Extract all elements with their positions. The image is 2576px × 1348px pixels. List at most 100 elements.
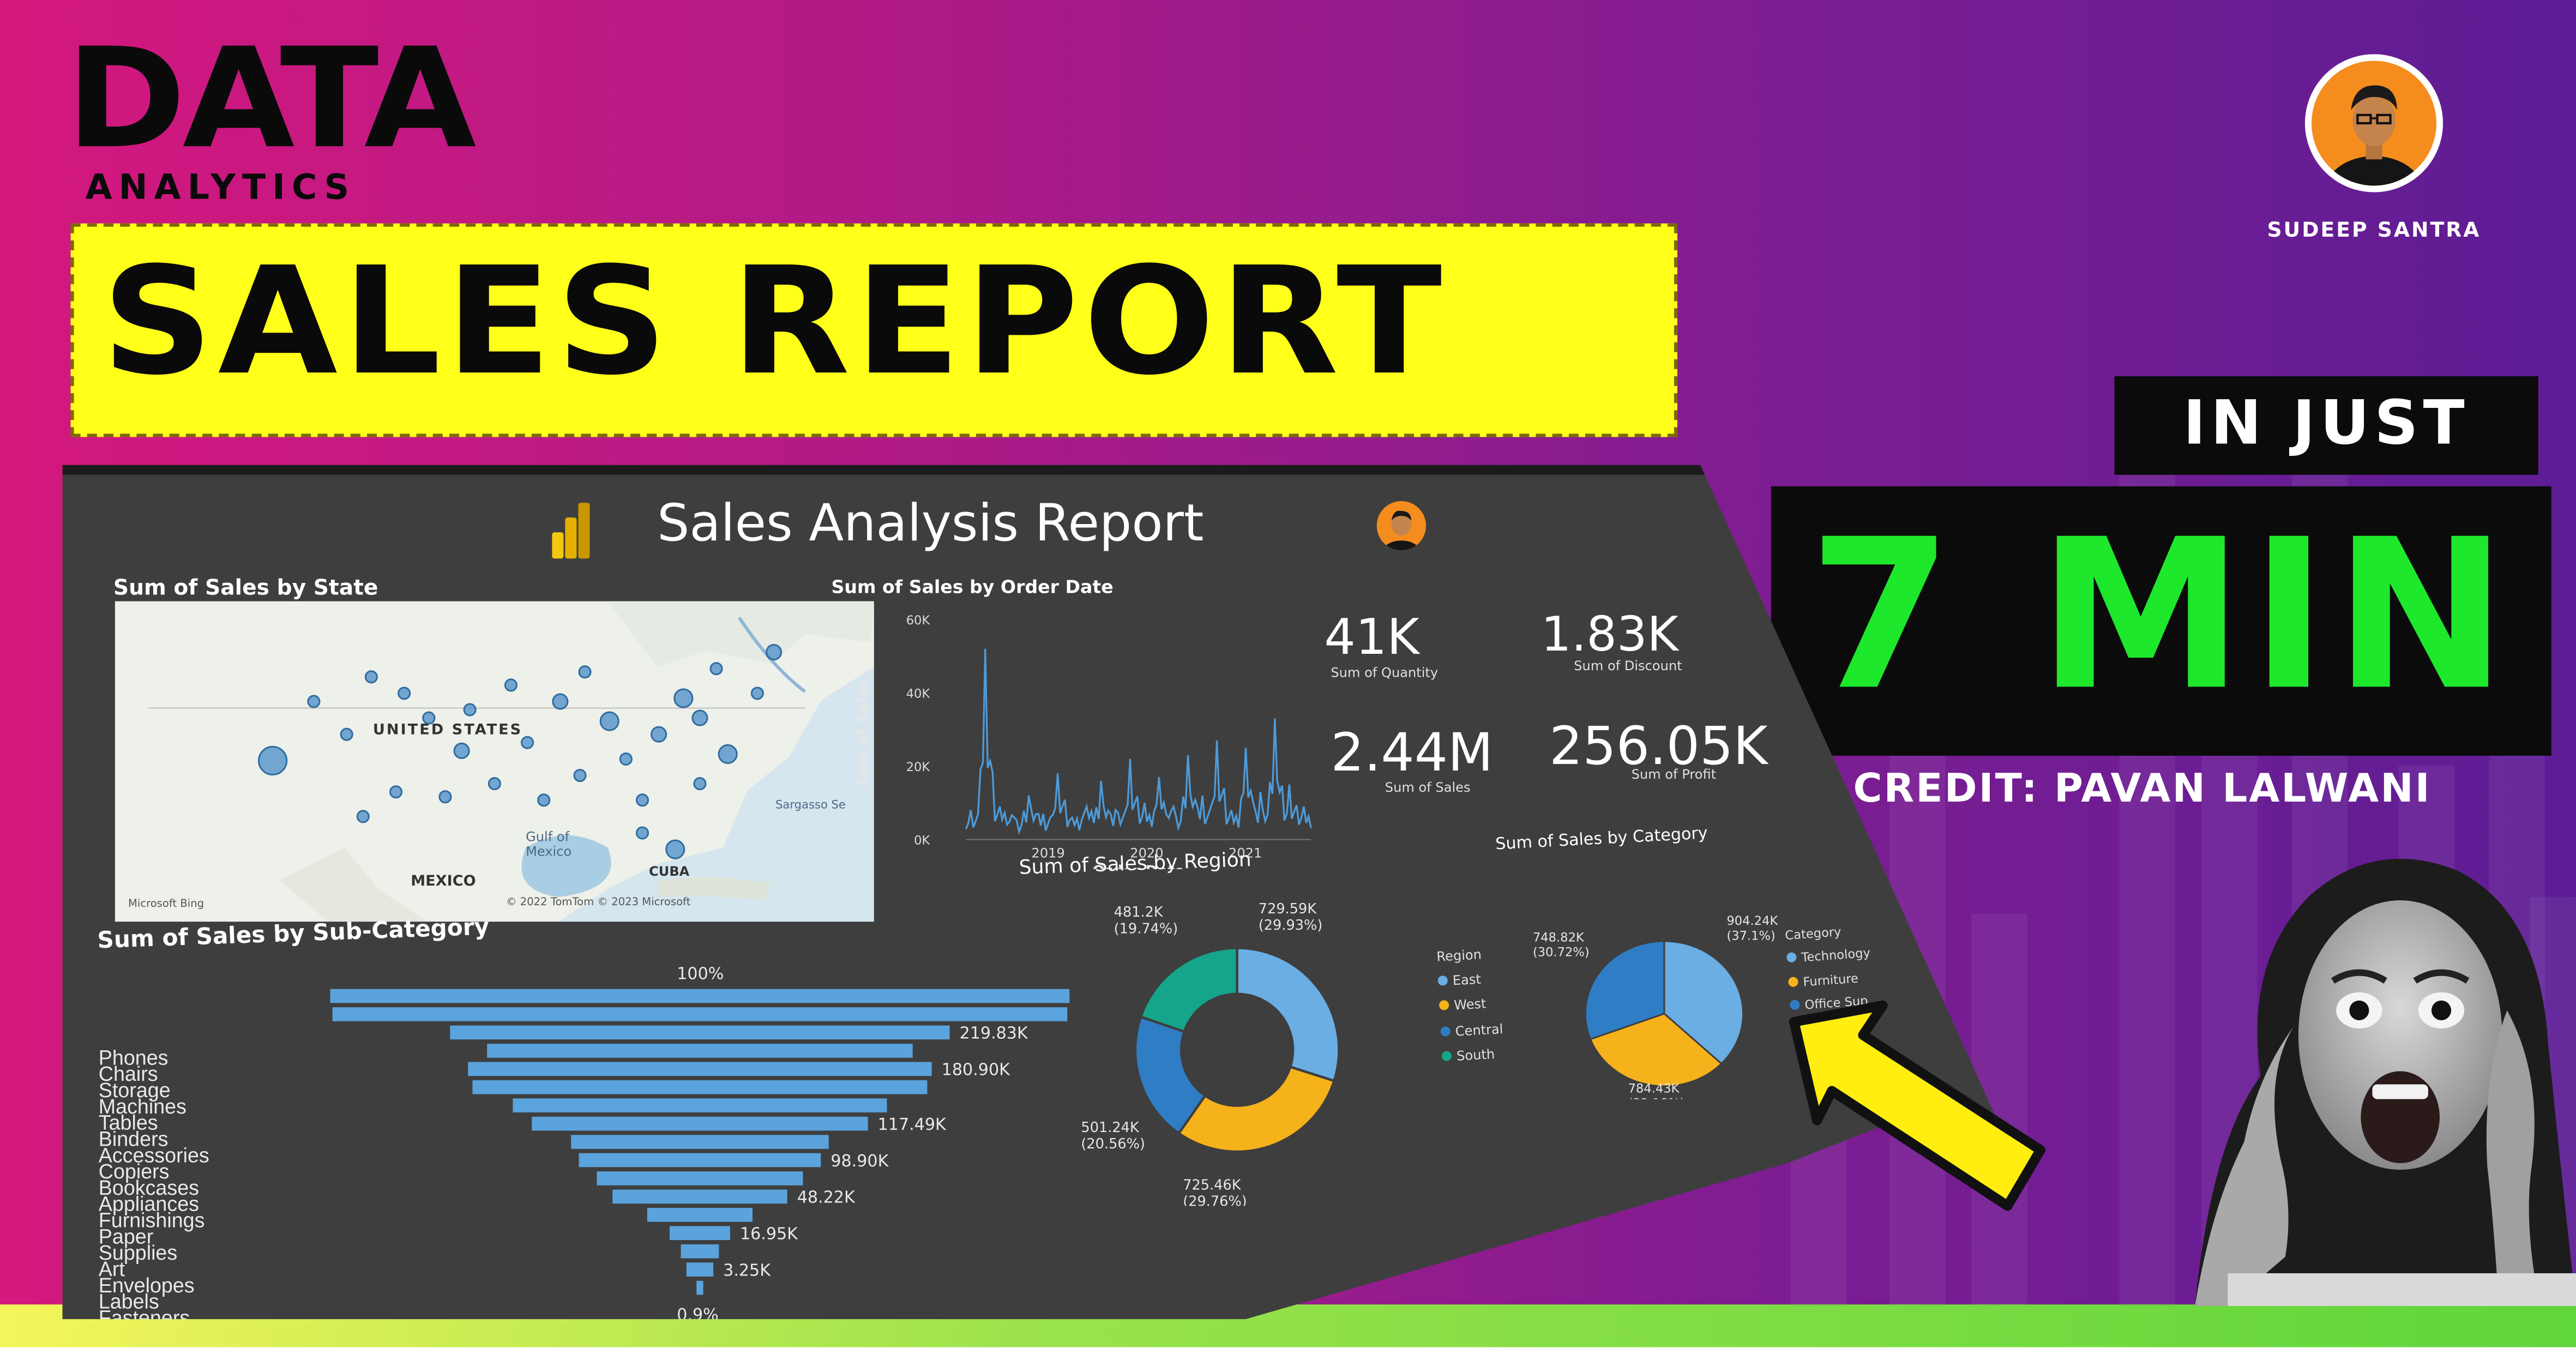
map-label-country: UNITED STATES [372, 723, 523, 739]
map-bubble[interactable] [718, 744, 738, 764]
dashboard-title: Sales Analysis Report [657, 494, 1204, 554]
donut-percent-label: (29.76%) [1183, 1193, 1247, 1206]
kpi-profit-label: Sum of Profit [1631, 767, 1717, 783]
map-title: Sum of Sales by State [113, 576, 378, 601]
funnel-bar [696, 1280, 703, 1295]
map-bubble[interactable] [665, 839, 685, 859]
funnel-value-label: 16.95K [740, 1225, 798, 1244]
map-bubble[interactable] [750, 687, 764, 700]
map-bubble[interactable] [463, 703, 477, 717]
dashboard-avatar [1376, 501, 1427, 551]
map-bubble[interactable] [691, 709, 708, 726]
map-view[interactable]: UNITED STATES Gulf of Mexico MEXICO CUBA… [115, 601, 874, 922]
funnel-bar [332, 1007, 1068, 1021]
legend-east[interactable]: East [1437, 966, 1501, 995]
map-bubble[interactable] [487, 777, 501, 791]
map-bubble[interactable] [765, 644, 783, 661]
thumbnail: DATA ANALYTICS SALES REPORT SUDEEP SANTR… [0, 0, 2576, 1347]
map-bubble[interactable] [573, 768, 587, 783]
pie-value-label: 784.43K [1628, 1082, 1680, 1096]
map-bubble[interactable] [521, 736, 534, 749]
dashboard-screenshot: Sales Analysis Report Sum of Sales by St… [62, 465, 1995, 1321]
legend-central[interactable]: Central [1440, 1016, 1503, 1045]
donut-percent-label: (20.56%) [1081, 1136, 1145, 1152]
map-bubble[interactable] [258, 745, 288, 776]
funnel-value-label: 180.90K [942, 1061, 1010, 1080]
map-bubble[interactable] [651, 726, 667, 743]
kpi-sales-label: Sum of Sales [1385, 780, 1471, 796]
donut-slice [1139, 947, 1238, 1033]
map-bubble[interactable] [453, 742, 470, 759]
funnel-bottom-label: 0.9% [677, 1305, 719, 1321]
legend-dot [1437, 976, 1448, 986]
map-bubble[interactable] [389, 785, 403, 799]
legend-west[interactable]: West [1439, 991, 1502, 1020]
funnel-value-label: 117.49K [878, 1115, 947, 1134]
kpi-quantity-label: Sum of Quantity [1331, 665, 1439, 681]
map-bubble[interactable] [307, 695, 321, 708]
funnel-value-label: 48.22K [797, 1188, 856, 1207]
funnel-top-label: 100% [677, 965, 724, 984]
funnel-bar [513, 1098, 887, 1112]
line-chart[interactable]: 60K40K20K0KSum of Sales201920202021Order… [835, 606, 1328, 869]
y-axis-label: Sum of Sales [854, 679, 871, 787]
funnel-bar [669, 1226, 730, 1241]
y-tick-label: 0K [914, 834, 930, 848]
map-bubble[interactable] [438, 790, 452, 804]
donut-value-label: 481.2K [1114, 904, 1164, 920]
pie-percent-label: (37.1%) [1726, 929, 1775, 943]
map-label-mexico: MEXICO [411, 874, 476, 890]
donut-chart[interactable]: 729.59K(29.93%) 725.46K(29.76%) 501.24K(20… [1048, 894, 1442, 1206]
legend-dot [1786, 952, 1797, 964]
pie-title: Sum of Sales by Category [1495, 825, 1708, 854]
kpi-discount-label: Sum of Discount [1574, 659, 1682, 674]
y-tick-label: 60K [906, 613, 931, 628]
map-bubble[interactable] [635, 793, 649, 807]
map-label-cuba: CUBA [649, 864, 690, 879]
funnel-bar [597, 1171, 803, 1185]
map-bubble[interactable] [537, 793, 551, 807]
map-bubble[interactable] [578, 665, 592, 679]
map-bubble[interactable] [356, 810, 370, 823]
map-bubble[interactable] [504, 678, 518, 692]
map-bubble[interactable] [619, 752, 633, 766]
headline-analytics: ANALYTICS [85, 167, 356, 207]
map-bubble[interactable] [364, 670, 378, 684]
funnel-bar [472, 1080, 928, 1094]
map-bubble[interactable] [552, 693, 569, 710]
donut-slice [1236, 947, 1340, 1082]
map-bubble[interactable] [709, 662, 723, 676]
legend-south[interactable]: South [1441, 1041, 1505, 1069]
legend-dot [1787, 976, 1799, 986]
dashboard-panel: Sales Analysis Report Sum of Sales by St… [62, 465, 1995, 1321]
funnel-bar [579, 1153, 821, 1168]
map-bubble[interactable] [398, 687, 411, 700]
funnel-category-label: Fasteners [99, 1307, 190, 1321]
y-tick-label: 20K [906, 760, 931, 774]
legend-dot [1441, 1050, 1452, 1061]
funnel-value-label: 98.90K [830, 1152, 889, 1171]
funnel-value-label: 219.83K [960, 1024, 1028, 1043]
pie-percent-label: (30.72%) [1533, 945, 1590, 959]
map-bubble[interactable] [673, 688, 694, 708]
map-bubble[interactable] [693, 777, 707, 791]
funnel-bar [681, 1244, 719, 1259]
donut-percent-label: (19.74%) [1114, 920, 1178, 937]
map-bubble[interactable] [340, 727, 353, 741]
funnel-value-label: 3.25K [723, 1261, 771, 1280]
map-label-gulf: Gulf of Mexico [526, 829, 572, 859]
yellow-arrow-icon [1789, 1000, 2045, 1211]
funnel-bar [612, 1189, 787, 1204]
donut-percent-label: (29.93%) [1259, 917, 1323, 934]
map-bubble[interactable] [599, 711, 619, 731]
funnel-bar [450, 1025, 950, 1040]
map-brand: Microsoft Bing [128, 896, 204, 911]
sales-line [965, 648, 1312, 835]
author-avatar [2304, 54, 2443, 192]
person-icon [2325, 85, 2423, 186]
headline-data: DATA [65, 18, 477, 179]
funnel-chart[interactable]: PhonesChairsStorageMachinesTablesBinders… [86, 926, 1072, 1321]
kpi-sales-value: 2.44M [1331, 721, 1494, 784]
map-bubble[interactable] [635, 826, 649, 840]
legend-dot [1440, 1025, 1451, 1036]
